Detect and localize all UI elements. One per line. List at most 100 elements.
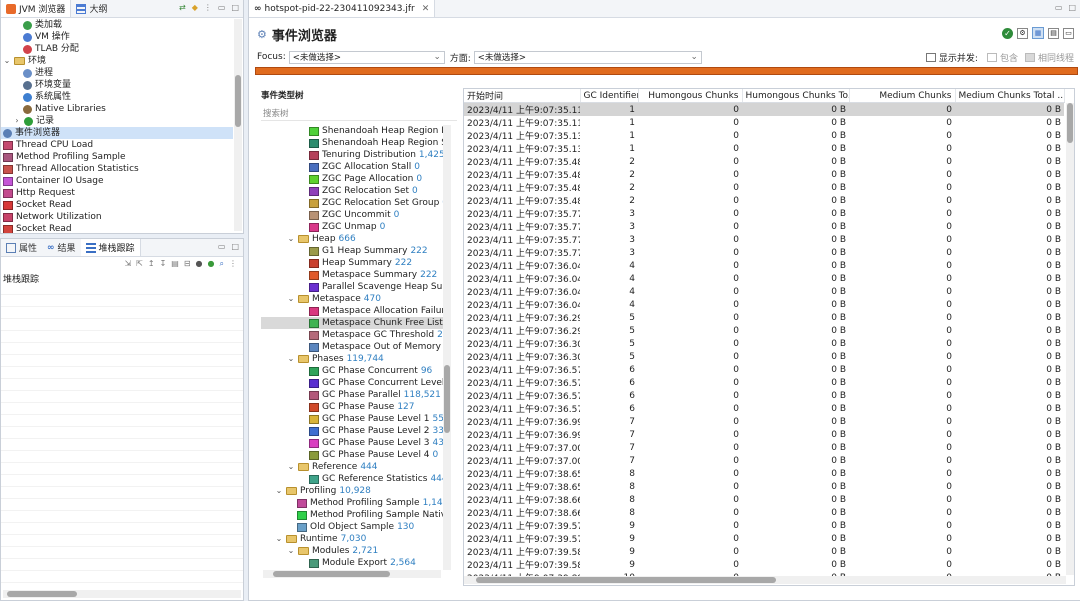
stacktrace-hscrollbar[interactable] <box>3 590 241 598</box>
focus-select[interactable]: <未做选择> ⌄ <box>288 50 445 64</box>
jvm-browser-item[interactable]: VM 操作 <box>1 31 233 43</box>
tree-item[interactable]: GC Phase Concurrent Level 1 <box>261 377 445 389</box>
up-arrow-icon[interactable]: ↥ <box>148 259 155 269</box>
tree-item[interactable]: ZGC Allocation Stall 0 <box>261 161 445 173</box>
jvm-browser-item[interactable]: › 记录 <box>1 115 233 127</box>
expand-icon[interactable]: ⇱ <box>136 259 143 269</box>
jvm-browser-item[interactable]: Thread CPU Load <box>1 139 233 151</box>
tree-folder[interactable]: ⌄ Profiling 10,928 <box>261 485 445 497</box>
tab-stacktrace[interactable]: 堆栈跟踪 <box>80 239 141 256</box>
table-row[interactable]: 2023/4/11 上午9:07:37.001 7 0 0 B 0 0 B <box>464 441 1064 455</box>
table-row[interactable]: 2023/4/11 上午9:07:36.300 5 0 0 B 0 0 B <box>464 350 1064 364</box>
layout-icon[interactable]: ⊟ <box>184 259 191 269</box>
tree-item[interactable]: Tenuring Distribution 1,425 <box>261 149 445 161</box>
jvm-browser-scroll-thumb[interactable] <box>235 75 241 127</box>
chevron-icon[interactable]: › <box>13 115 21 127</box>
jvm-browser-item[interactable]: TLAB 分配 <box>1 43 233 55</box>
tree-item[interactable]: GC Phase Pause Level 40 <box>261 449 445 461</box>
chevron-down-icon[interactable]: ⌄ <box>287 233 295 245</box>
jvm-browser-item[interactable]: 进程 <box>1 67 233 79</box>
search-icon[interactable]: ⌕ <box>220 259 224 269</box>
panel-view-icon[interactable]: ▭ <box>1063 27 1074 39</box>
minimize-icon[interactable]: ▭ <box>218 3 226 12</box>
table-row[interactable]: 2023/4/11 上午9:07:35.118 1 0 0 B00 B <box>464 102 1064 116</box>
table-row[interactable]: 2023/4/11 上午9:07:36.996 7 0 0 B 0 0 B <box>464 415 1064 429</box>
tree-hscroll-thumb[interactable] <box>273 571 390 577</box>
table-row[interactable]: 2023/4/11 上午9:07:35.777 3 0 0 B 0 0 B <box>464 246 1064 260</box>
chevron-down-icon[interactable]: ⌄ <box>287 293 295 305</box>
stacktrace-hscroll-thumb[interactable] <box>7 591 77 597</box>
tree-item[interactable]: ZGC Uncommit 0 <box>261 209 445 221</box>
down-arrow-icon[interactable]: ↧ <box>160 259 167 269</box>
same-thread-checkbox[interactable] <box>1024 52 1035 62</box>
tree-search-input[interactable]: 搜索树 <box>261 107 457 121</box>
settings-icon[interactable]: ⚙ <box>1017 27 1028 39</box>
table-row[interactable]: 2023/4/11 上午9:07:36.576 6 0 0 B 0 0 B <box>464 389 1064 403</box>
contains-checkbox[interactable] <box>986 52 997 62</box>
table-row[interactable]: 2023/4/11 上午9:07:39.585 9 0 0 B 0 0 B <box>464 545 1064 559</box>
table-row[interactable]: 2023/4/11 上午9:07:35.773 3 0 0 B 0 0 B <box>464 220 1064 234</box>
jvm-browser-item[interactable]: Socket Read <box>1 199 233 211</box>
filter-icon[interactable]: ◆ <box>192 3 198 12</box>
tab-results[interactable]: ∞ 结果 <box>42 239 81 256</box>
sync-icon[interactable]: ⇄ <box>179 3 186 12</box>
table-row[interactable]: 2023/4/11 上午9:07:36.573 6 0 0 B 0 0 B <box>464 376 1064 390</box>
tree-item[interactable]: Metaspace Chunk Free List Su <box>261 317 445 329</box>
table-row[interactable]: 2023/4/11 上午9:07:39.8871000 B00 B <box>464 584 1064 585</box>
jvm-browser-item[interactable]: 系统属性 <box>1 91 233 103</box>
tree-item[interactable]: GC Phase Pause Level 2337 <box>261 425 445 437</box>
tree-folder[interactable]: ⌄ Metaspace 470 <box>261 293 445 305</box>
table-row[interactable]: 2023/4/11 上午9:07:36.040 4 0 0 B 0 0 B <box>464 272 1064 286</box>
tree-item[interactable]: Method Profiling Sample1,147 <box>261 497 445 509</box>
jvm-browser-item[interactable]: 事件浏览器 <box>1 127 233 139</box>
chevron-down-icon[interactable]: ⌄ <box>287 545 295 557</box>
table-row[interactable]: 2023/4/11 上午9:07:35.118 1 0 0 B00 B <box>464 116 1064 130</box>
tree-item[interactable]: Heap Summary 222 <box>261 257 445 269</box>
tree-hscrollbar[interactable] <box>263 570 441 578</box>
circle-icon[interactable]: ● <box>196 259 203 269</box>
table-row[interactable]: 2023/4/11 上午9:07:35.131 1 0 0 B 0 0 B <box>464 142 1064 156</box>
table-row[interactable]: 2023/4/11 上午9:07:35.487 2 0 0 B 0 0 B <box>464 181 1064 195</box>
chevron-down-icon[interactable]: ⌄ <box>287 353 295 365</box>
green-circle-icon[interactable]: ● <box>208 259 215 269</box>
show-concurrent-checkbox[interactable] <box>925 52 936 62</box>
jvm-browser-item[interactable]: Socket Read <box>1 223 233 233</box>
tree-item[interactable]: Shenandoah Heap Region Inf <box>261 125 445 137</box>
table-header-0[interactable]: 开始时间 <box>464 89 581 103</box>
table-hscroll-thumb[interactable] <box>476 577 776 583</box>
chevron-icon[interactable]: ⌄ <box>3 55 11 67</box>
table-row[interactable]: 2023/4/11 上午9:07:39.585 9 0 0 B 0 0 B <box>464 558 1064 572</box>
table-row[interactable]: 2023/4/11 上午9:07:38.659 8 0 0 B 0 0 B <box>464 467 1064 481</box>
tree-item[interactable]: GC Phase Pause Level 3 43 <box>261 437 445 449</box>
table-header-4[interactable]: Medium Chunks <box>849 89 956 103</box>
table-row[interactable]: 2023/4/11 上午9:07:36.296 5 0 0 B 0 0 B <box>464 311 1064 325</box>
tree-item[interactable]: ZGC Unmap 0 <box>261 221 445 233</box>
minimize-icon[interactable]: ▭ <box>1055 3 1063 12</box>
jvm-browser-item[interactable]: Native Libraries <box>1 103 233 115</box>
maximize-icon[interactable]: □ <box>231 242 239 251</box>
jvm-browser-item[interactable]: Network Utilization <box>1 211 233 223</box>
tree-folder[interactable]: ⌄ Heap 666 <box>261 233 445 245</box>
table-row[interactable]: 2023/4/11 上午9:07:36.040 4 0 0 B 0 0 B <box>464 259 1064 273</box>
table-row[interactable]: 2023/4/11 上午9:07:35.487 2 0 0 B 0 0 B <box>464 194 1064 208</box>
tree-folder[interactable]: ⌄ Reference 444 <box>261 461 445 473</box>
view-menu-icon[interactable]: ⋮ <box>204 3 212 12</box>
tree-scroll-thumb[interactable] <box>444 365 450 433</box>
minimize-icon[interactable]: ▭ <box>218 242 226 251</box>
tree-item[interactable]: Metaspace Summary 222 <box>261 269 445 281</box>
tree-item[interactable]: ZGC Relocation Set 0 <box>261 185 445 197</box>
table-row[interactable]: 2023/4/11 上午9:07:36.296 5 0 0 B 0 0 B <box>464 324 1064 338</box>
view-menu-icon[interactable]: ⋮ <box>229 259 237 269</box>
tree-item[interactable]: ZGC Page Allocation 0 <box>261 173 445 185</box>
chevron-down-icon[interactable]: ⌄ <box>275 485 283 497</box>
table-row[interactable]: 2023/4/11 上午9:07:36.576 6 0 0 B 0 0 B <box>464 402 1064 416</box>
table-row[interactable]: 2023/4/11 上午9:07:35.131 1 0 0 B 0 0 B <box>464 129 1064 143</box>
table-row[interactable]: 2023/4/11 上午9:07:36.044 4 0 0 B 0 0 B <box>464 285 1064 299</box>
table-row[interactable]: 2023/4/11 上午9:07:38.659 8 0 0 B 0 0 B <box>464 480 1064 494</box>
maximize-icon[interactable]: □ <box>231 3 239 12</box>
table-row[interactable]: 2023/4/11 上午9:07:35.773 3 0 0 B 0 0 B <box>464 207 1064 221</box>
jvm-browser-item[interactable]: 类加载 <box>1 19 233 31</box>
table-row[interactable]: 2023/4/11 上午9:07:39.573 9 0 0 B 0 0 B <box>464 519 1064 533</box>
chevron-down-icon[interactable]: ⌄ <box>287 461 295 473</box>
tree-scrollbar[interactable] <box>443 125 451 570</box>
